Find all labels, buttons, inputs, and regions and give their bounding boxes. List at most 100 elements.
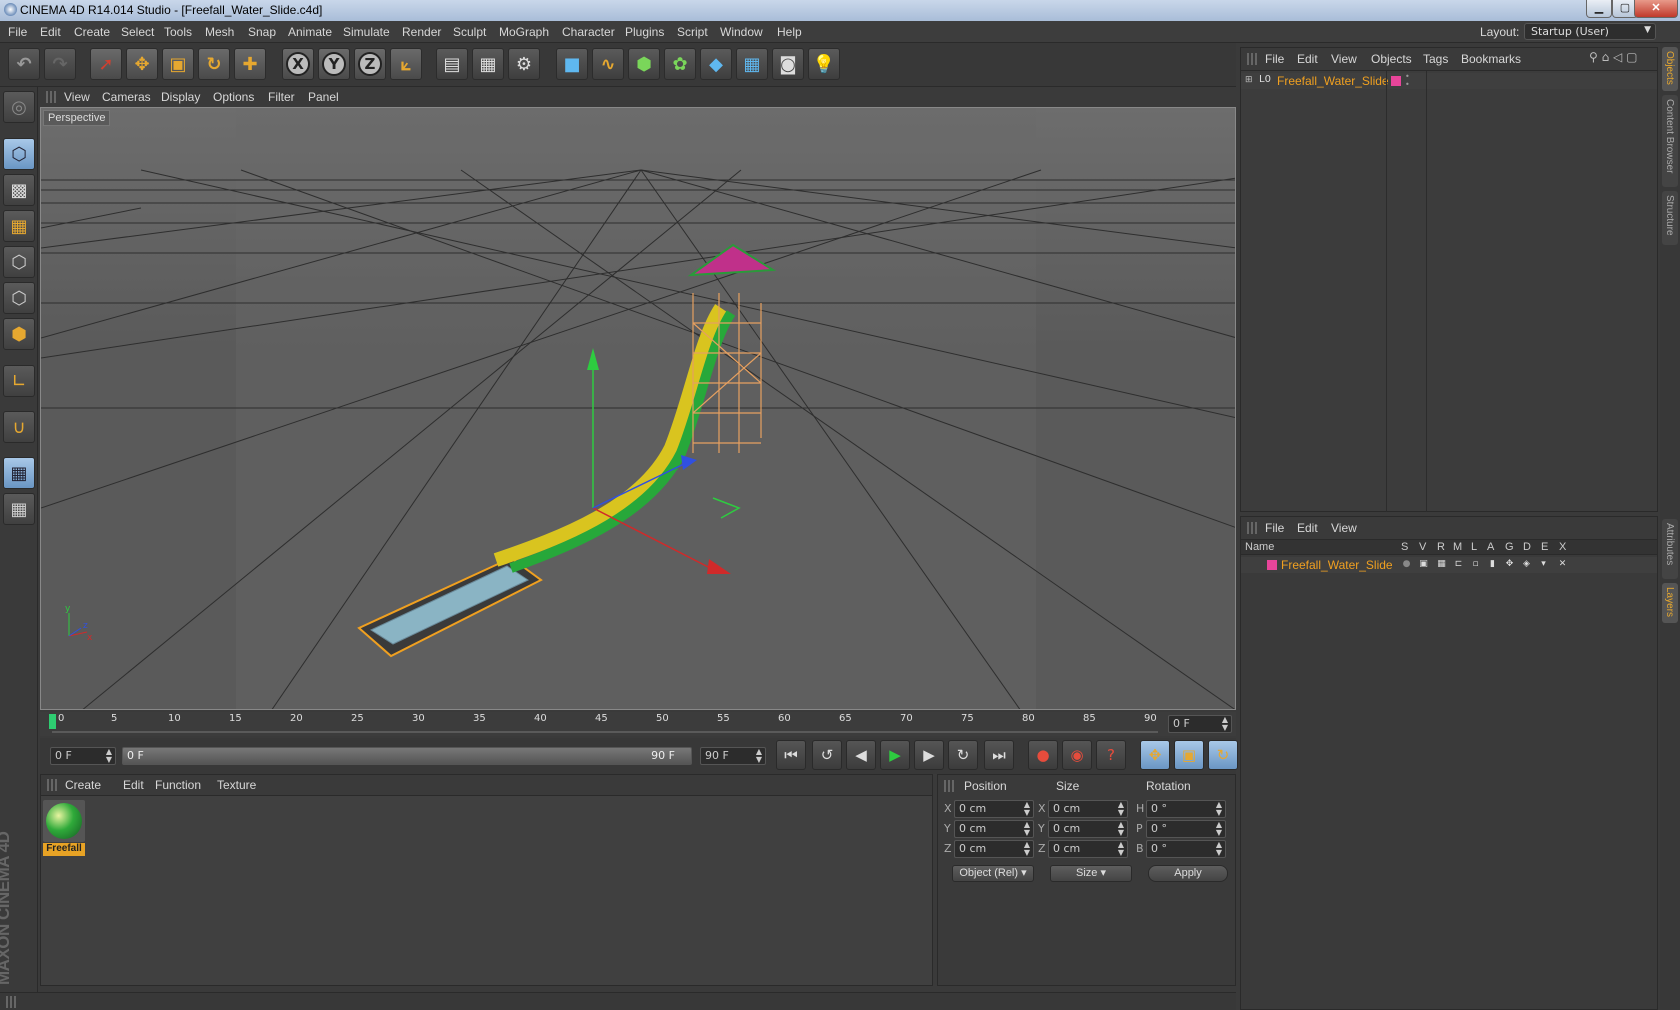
keyframe-selection-button[interactable]: ? <box>1096 740 1126 770</box>
record-position-button[interactable]: ✥ <box>1140 740 1170 770</box>
lock-toggle-icon[interactable]: ▫ <box>1470 559 1481 570</box>
spline-pen-button[interactable]: ∿ <box>592 48 624 80</box>
edges-mode-button[interactable]: ⬡ <box>3 282 35 314</box>
size-mode-select[interactable]: Size ▾ <box>1050 865 1132 882</box>
viewport-menu-display[interactable]: Display <box>161 90 200 104</box>
next-key-button[interactable]: ↻ <box>948 740 978 770</box>
material-menu-create[interactable]: Create <box>65 778 101 792</box>
layer-color-swatch[interactable] <box>1267 560 1277 570</box>
layout-select[interactable]: Startup (User) ▼ <box>1524 23 1656 40</box>
z-axis-lock-button[interactable]: Z <box>354 48 386 80</box>
expression-toggle-icon[interactable]: ▾ <box>1538 559 1549 570</box>
coordinate-system-button[interactable]: ⟀ <box>390 48 422 80</box>
render-picture-viewer-button[interactable]: ▦ <box>472 48 504 80</box>
scale-tool-button[interactable]: ▣ <box>162 48 194 80</box>
go-to-end-button[interactable]: ⏭ <box>984 740 1014 770</box>
menu-file[interactable]: File <box>8 25 27 39</box>
model-mode-button[interactable]: ⬡ <box>3 138 35 170</box>
apply-button[interactable]: Apply <box>1148 865 1228 882</box>
cloner-button[interactable]: ✿ <box>664 48 696 80</box>
tab-structure[interactable]: Structure <box>1662 191 1678 245</box>
size-z-field[interactable]: 0 cm ▲ ▼ <box>1048 840 1128 858</box>
menu-render[interactable]: Render <box>402 25 441 39</box>
material-swatch[interactable] <box>43 800 85 842</box>
tab-attributes[interactable]: Attributes <box>1662 519 1678 579</box>
material-menu-texture[interactable]: Texture <box>217 778 256 792</box>
workplane-mode-button[interactable]: ▦ <box>3 210 35 242</box>
rotation-p-field[interactable]: 0 ° ▲ ▼ <box>1146 820 1226 838</box>
xref-toggle-icon[interactable]: ✕ <box>1557 559 1568 570</box>
viewport-menu-view[interactable]: View <box>64 90 90 104</box>
start-frame-field[interactable]: 0 F ▲ ▼ <box>50 747 116 765</box>
position-x-field[interactable]: 0 cm ▲ ▼ <box>954 800 1034 818</box>
floor-button[interactable]: ▦ <box>736 48 768 80</box>
animation-toggle-icon[interactable]: ▮ <box>1487 559 1498 570</box>
light-button[interactable]: 💡 <box>808 48 840 80</box>
menu-animate[interactable]: Animate <box>288 25 332 39</box>
menu-mesh[interactable]: Mesh <box>205 25 234 39</box>
size-y-field[interactable]: 0 cm ▲ ▼ <box>1048 820 1128 838</box>
viewport-perspective[interactable]: y z x Perspective <box>40 107 1236 710</box>
manager-toggle-icon[interactable]: ⊏ <box>1453 559 1464 570</box>
viewport-menu-filter[interactable]: Filter <box>268 90 295 104</box>
menu-snap[interactable]: Snap <box>248 25 276 39</box>
frame-range-slider[interactable]: 0 F 90 F <box>122 747 692 765</box>
menu-help[interactable]: Help <box>777 25 802 39</box>
previous-key-button[interactable]: ↺ <box>812 740 842 770</box>
cube-object-button[interactable]: ■ <box>556 48 588 80</box>
deformer-button[interactable]: ◆ <box>700 48 732 80</box>
undo-button[interactable]: ↶ <box>8 48 40 80</box>
go-to-start-button[interactable]: ⏮ <box>776 740 806 770</box>
next-frame-button[interactable]: ▶ <box>914 740 944 770</box>
recent-tools-button[interactable]: ✚ <box>234 48 266 80</box>
material-name[interactable]: Freefall <box>43 843 85 856</box>
redo-button[interactable]: ↷ <box>44 48 76 80</box>
rotate-tool-button[interactable]: ↻ <box>198 48 230 80</box>
view-toggle-icon[interactable]: ▣ <box>1418 559 1429 570</box>
previous-frame-button[interactable]: ◀ <box>846 740 876 770</box>
object-menu-view[interactable]: View <box>1331 52 1357 66</box>
camera-button[interactable]: ◙ <box>772 48 804 80</box>
material-menu-edit[interactable]: Edit <box>123 778 144 792</box>
current-frame-field[interactable]: 0 F ▲ ▼ <box>1168 715 1232 733</box>
snap-button[interactable]: ∪ <box>3 411 35 443</box>
render-view-button[interactable]: ▤ <box>436 48 468 80</box>
workplane-lock-button[interactable]: ▦ <box>3 457 35 489</box>
tab-objects[interactable]: Objects <box>1662 47 1678 91</box>
polygons-mode-button[interactable]: ⬢ <box>3 318 35 350</box>
record-keys-button[interactable]: ● <box>1028 740 1058 770</box>
search-icon[interactable]: ⚲ ⌂ ◁ ▢ <box>1589 50 1637 64</box>
object-menu-bookmarks[interactable]: Bookmarks <box>1461 52 1521 66</box>
position-y-field[interactable]: 0 cm ▲ ▼ <box>954 820 1034 838</box>
coordinate-mode-select[interactable]: Object (Rel) ▾ <box>952 865 1034 882</box>
rotation-b-field[interactable]: 0 ° ▲ ▼ <box>1146 840 1226 858</box>
layer-row[interactable]: Freefall_Water_Slide ● ▣ ▦ ⊏ ▫ ▮ ✥ ◈ ▾ ✕ <box>1241 557 1657 573</box>
viewport-menu-options[interactable]: Options <box>213 90 254 104</box>
menu-tools[interactable]: Tools <box>164 25 192 39</box>
generator-toggle-icon[interactable]: ✥ <box>1504 559 1515 570</box>
viewport-menu-panel[interactable]: Panel <box>308 90 339 104</box>
play-button[interactable]: ▶ <box>880 740 910 770</box>
tab-content-browser[interactable]: Content Browser <box>1662 95 1678 187</box>
object-row[interactable]: ⊞ L0 Freefall_Water_Slide • • <box>1241 73 1657 89</box>
subdivision-surface-button[interactable]: ⬢ <box>628 48 660 80</box>
x-axis-lock-button[interactable]: X <box>282 48 314 80</box>
menu-select[interactable]: Select <box>121 25 154 39</box>
y-axis-lock-button[interactable]: Y <box>318 48 350 80</box>
viewport-menu-cameras[interactable]: Cameras <box>102 90 151 104</box>
tab-layers[interactable]: Layers <box>1662 583 1678 623</box>
autokey-button[interactable]: ◉ <box>1062 740 1092 770</box>
move-tool-button[interactable]: ✥ <box>126 48 158 80</box>
make-editable-button[interactable]: ◎ <box>3 91 35 123</box>
menu-character[interactable]: Character <box>562 25 615 39</box>
menu-script[interactable]: Script <box>677 25 708 39</box>
render-settings-button[interactable]: ⚙ <box>508 48 540 80</box>
menu-simulate[interactable]: Simulate <box>343 25 390 39</box>
object-menu-edit[interactable]: Edit <box>1297 52 1318 66</box>
points-mode-button[interactable]: ⬡ <box>3 246 35 278</box>
live-selection-button[interactable]: ➚ <box>90 48 122 80</box>
minimize-button[interactable]: ▁ <box>1586 0 1612 18</box>
menu-plugins[interactable]: Plugins <box>625 25 664 39</box>
layer-menu-view[interactable]: View <box>1331 521 1357 535</box>
layer-menu-file[interactable]: File <box>1265 521 1284 535</box>
